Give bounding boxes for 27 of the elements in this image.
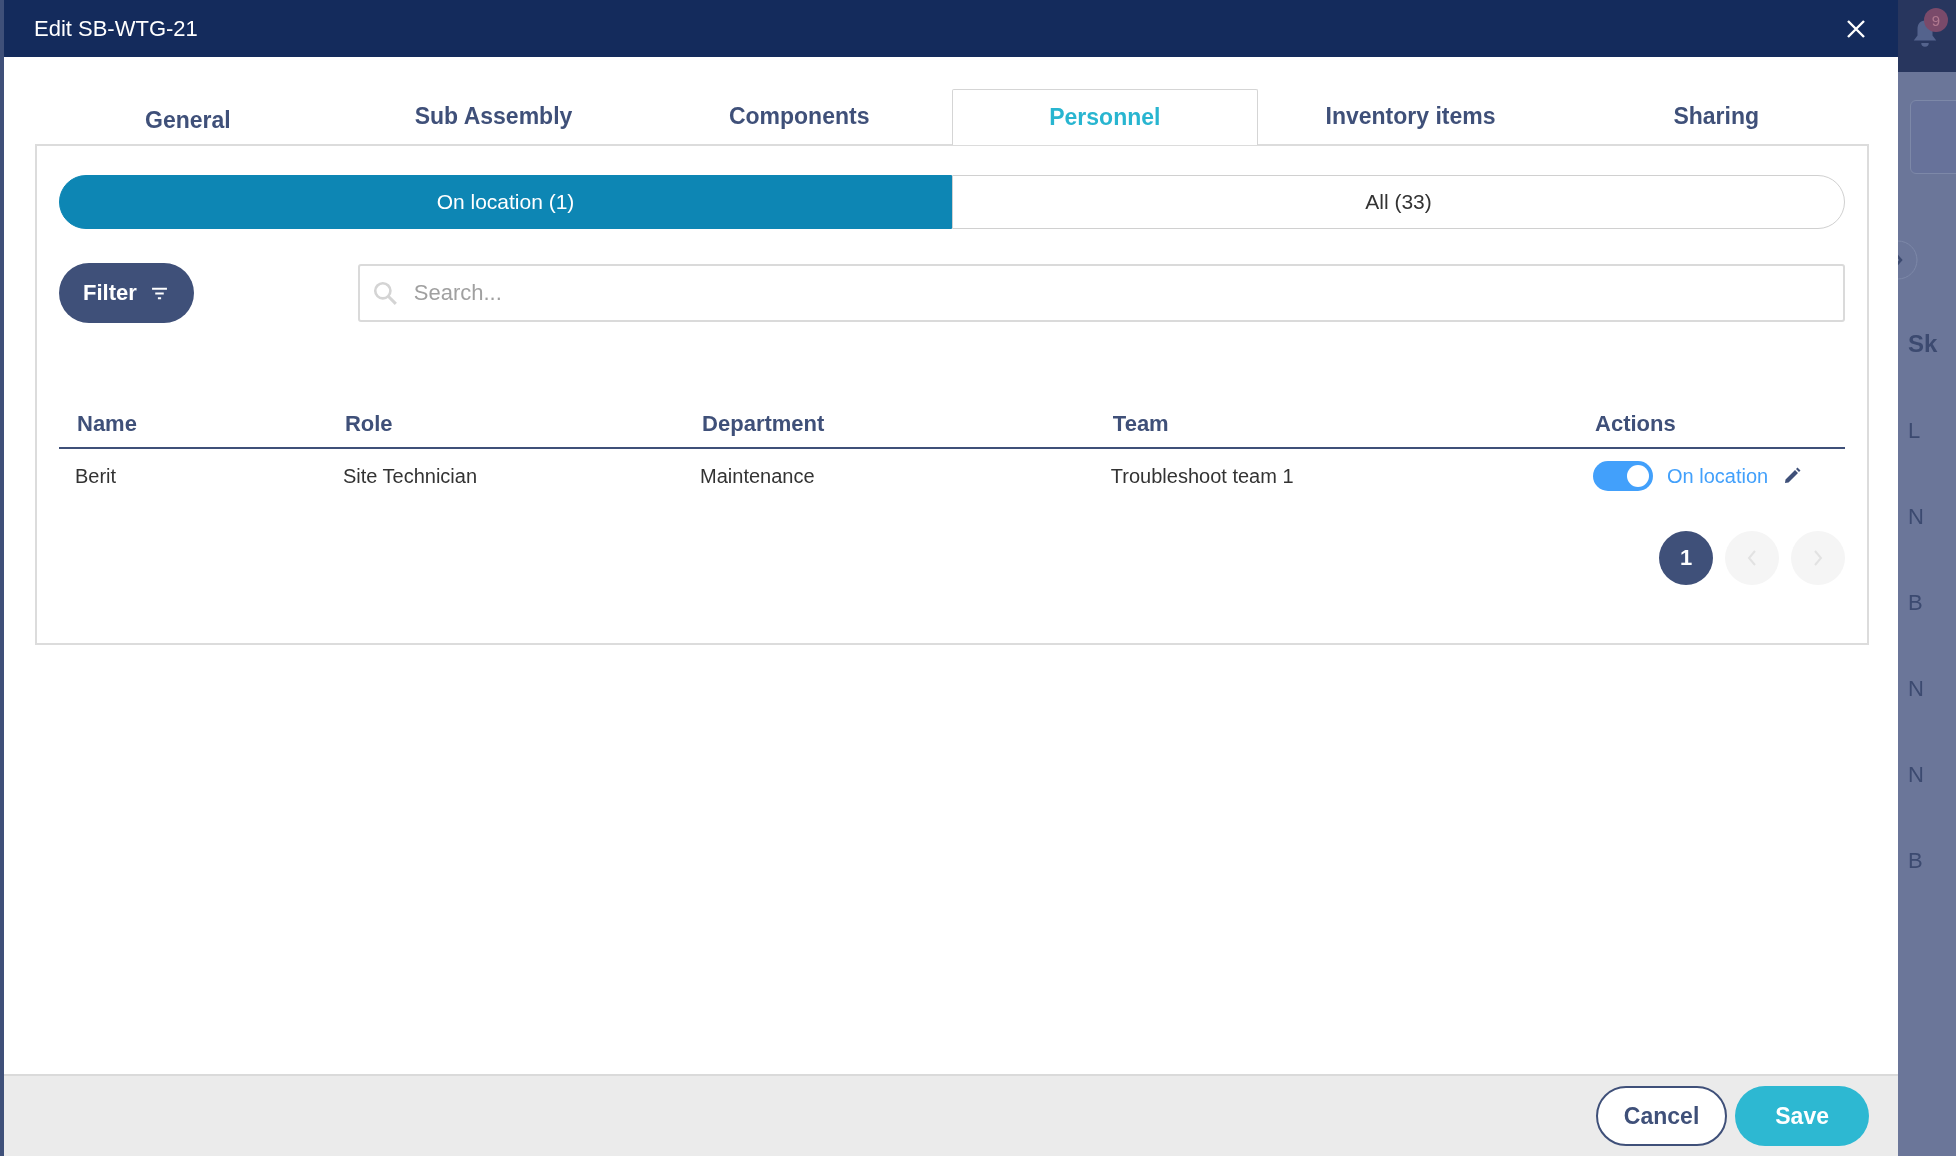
window-title: Edit SB-WTG-21 <box>34 15 198 42</box>
close-icon[interactable] <box>1846 18 1866 39</box>
page-button[interactable]: 1 <box>1659 531 1713 585</box>
tab[interactable]: General <box>35 88 341 144</box>
table-cell: Troubleshoot team 1 <box>1094 448 1578 503</box>
search-icon <box>371 280 398 306</box>
column-header: Name <box>59 411 327 448</box>
tab[interactable]: Components <box>646 88 952 144</box>
segment-button[interactable]: On location (1) <box>59 175 952 229</box>
pencil-icon[interactable] <box>1782 466 1803 486</box>
column-header: Department <box>684 411 1095 448</box>
column-header: Actions <box>1577 411 1845 448</box>
status-text: On location <box>1667 464 1769 488</box>
tab[interactable]: Sharing <box>1563 88 1870 144</box>
table-cell: Berit <box>59 448 327 503</box>
search-field[interactable]: Search... <box>357 264 1845 322</box>
toggle-switch[interactable] <box>1593 461 1654 491</box>
tab[interactable]: Inventory items <box>1257 88 1564 144</box>
cancel-button[interactable]: Cancel <box>1595 1086 1728 1146</box>
column-header: Team <box>1094 411 1578 448</box>
filter-icon <box>150 286 168 300</box>
segment-button[interactable]: All (33) <box>952 175 1845 229</box>
table-cell: Site Technician <box>326 448 685 503</box>
table-cell: Maintenance <box>684 448 1095 503</box>
filter-button[interactable]: Filter <box>59 263 194 323</box>
column-header: Role <box>326 411 685 448</box>
tab[interactable]: Sub Assembly <box>340 88 647 144</box>
